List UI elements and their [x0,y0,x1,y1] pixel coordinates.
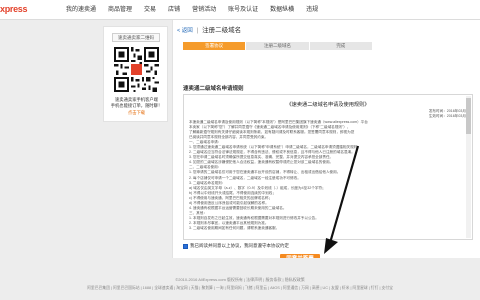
agreement-paragraph: 3. 二级域名使用期间如有任何问题，请联系速卖通客服。 [189,225,280,230]
nav-item-marketing[interactable]: 营销活动 [186,0,222,20]
qr-caption: 速卖通卖家手机客户端 手机也能接订单，随时聊！ [108,97,165,109]
nav-item-violations[interactable]: 违规 [300,0,324,20]
footer-copyright: ©2010-2016 AliExpress.com 版权所有 | 法律声明 | … [175,277,305,282]
footer: ©2010-2016 AliExpress.com 版权所有 | 法律声明 | … [0,258,480,300]
back-link[interactable]: < 返回 [177,28,193,34]
main-nav: 我的速卖通 商品管理 交易 店铺 营销活动 账号及认证 数据纵横 违规 [60,0,324,20]
breadcrumb: < 返回 | 注册二级域名 [177,24,241,34]
nav-item-account[interactable]: 账号及认证 [222,0,264,20]
progress-steps: 签署协议 注册二级域名 完成 [183,42,373,50]
nav-item-my-aliexpress[interactable]: 我的速卖通 [60,0,102,20]
agreement-effective-date: 生效时间：2016年03月 [428,114,466,118]
nav-item-transactions[interactable]: 交易 [138,0,162,20]
download-app-link[interactable]: 点击下载 [108,110,165,116]
agreement-title: 《速卖通二级域名申请及使用规则》 [286,102,370,108]
agree-label: 我已阅读并同意以上协议，我同意遵守本协议约定 [190,243,289,248]
step-register-domain: 注册二级域名 [246,42,309,50]
agreement-body: 本速卖通二级域名申请及使用规则（以下简称"本规则"）是阿里巴巴集团旗下速卖通（w… [189,120,465,231]
main-panel: < 返回 | 注册二级域名 签署协议 注册二级域名 完成 速卖通二级域名申请规则… [172,20,480,265]
agree-checkbox[interactable] [183,243,188,249]
agreement-box[interactable]: 《速卖通二级域名申请及使用规则》 发布时间：2016年03月 生效时间：2016… [183,94,473,240]
app-root: xpress 我的速卖通 商品管理 交易 店铺 营销活动 账号及认证 数据纵横 … [0,0,480,300]
scrollbar-thumb[interactable] [466,98,471,134]
nav-item-data[interactable]: 数据纵横 [264,0,300,20]
seller-qr-button[interactable]: 速卖通卖家二维码 [112,33,160,42]
nav-item-product-management[interactable]: 商品管理 [102,0,138,20]
nav-item-store[interactable]: 店铺 [162,0,186,20]
step-complete: 完成 [309,42,372,50]
sidebar-qr-card: 速卖通卖家二维码 速卖通卖家手机客户端 手机也能接订单，随时聊！ 点击下载 [103,26,168,122]
agreement-meta: 发布时间：2016年03月 生效时间：2016年03月 [429,109,466,119]
step-sign-agreement: 签署协议 [183,42,246,50]
agreement-scrollbar[interactable] [466,96,471,238]
page-title: 注册二级域名 [202,27,242,34]
breadcrumb-separator: | [196,27,199,34]
agree-row: 我已阅读并同意以上协议，我同意遵守本协议约定 [183,243,289,249]
brand-logo[interactable]: xpress [0,4,28,14]
qr-caption-line2: 手机也能接订单，随时聊！ [110,103,163,108]
qr-code-icon [114,47,159,92]
footer-links[interactable]: 阿里巴巴集团 | 阿里巴巴国际站 | 1688 | 全球速卖通 | 淘宝网 | … [0,286,480,291]
section-title: 速卖通二级域名申请规则 [183,86,244,92]
top-navigation-bar: xpress 我的速卖通 商品管理 交易 店铺 营销活动 账号及认证 数据纵横 … [0,0,480,20]
